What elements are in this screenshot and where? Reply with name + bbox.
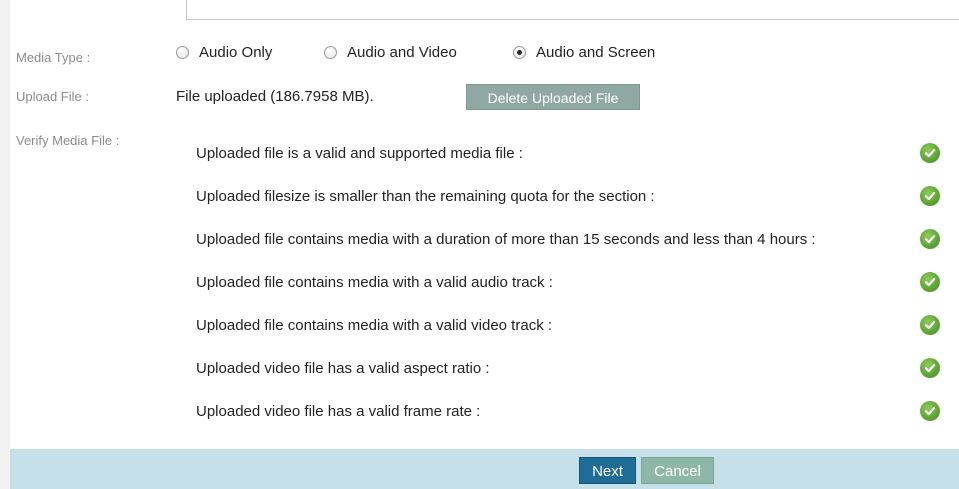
verify-check-text: Uploaded filesize is smaller than the re… bbox=[196, 188, 655, 205]
verify-check-text: Uploaded file contains media with a vali… bbox=[196, 274, 553, 291]
verify-check-text: Uploaded video file has a valid aspect r… bbox=[196, 360, 490, 377]
upload-status-text: File uploaded (186.7958 MB). bbox=[176, 88, 374, 105]
check-circle-icon bbox=[920, 272, 940, 292]
delete-uploaded-file-button[interactable]: Delete Uploaded File bbox=[466, 84, 640, 110]
footer-bar bbox=[10, 449, 959, 489]
check-circle-icon bbox=[920, 315, 940, 335]
verify-check-text: Uploaded file is a valid and supported m… bbox=[196, 145, 523, 162]
verify-check-text: Uploaded file contains media with a vali… bbox=[196, 317, 553, 334]
verify-check-text: Uploaded video file has a valid frame ra… bbox=[196, 403, 481, 420]
upload-file-label: Upload File : bbox=[16, 89, 89, 104]
verify-check-row: Uploaded video file has a valid aspect r… bbox=[196, 358, 949, 380]
radio-label-audio-only: Audio Only bbox=[199, 44, 273, 61]
radio-button-audio-and-screen[interactable] bbox=[513, 46, 526, 59]
radio-label-audio-and-video: Audio and Video bbox=[347, 44, 457, 61]
radio-label-audio-and-screen: Audio and Screen bbox=[536, 44, 656, 61]
verify-check-row: Uploaded filesize is smaller than the re… bbox=[196, 186, 949, 208]
radio-audio-and-video[interactable]: Audio and Video bbox=[324, 44, 457, 61]
verify-check-row: Uploaded file contains media with a dura… bbox=[196, 229, 949, 251]
radio-audio-only[interactable]: Audio Only bbox=[176, 44, 272, 61]
top-input-field[interactable] bbox=[186, 0, 959, 20]
next-button[interactable]: Next bbox=[579, 457, 636, 484]
verify-check-row: Uploaded video file has a valid frame ra… bbox=[196, 401, 949, 423]
verify-check-row: Uploaded file contains media with a vali… bbox=[196, 272, 949, 294]
check-circle-icon bbox=[920, 186, 940, 206]
cancel-button[interactable]: Cancel bbox=[641, 457, 714, 484]
media-type-label: Media Type : bbox=[16, 50, 91, 65]
radio-audio-and-screen[interactable]: Audio and Screen bbox=[513, 44, 655, 61]
check-circle-icon bbox=[920, 358, 940, 378]
check-circle-icon bbox=[920, 401, 940, 421]
radio-button-audio-only[interactable] bbox=[176, 46, 189, 59]
verify-media-file-label: Verify Media File : bbox=[16, 133, 120, 148]
verify-check-row: Uploaded file is a valid and supported m… bbox=[196, 143, 949, 165]
radio-button-audio-and-video[interactable] bbox=[324, 46, 337, 59]
check-circle-icon bbox=[920, 229, 940, 249]
check-circle-icon bbox=[920, 143, 940, 163]
verify-check-text: Uploaded file contains media with a dura… bbox=[196, 231, 816, 248]
verify-check-row: Uploaded file contains media with a vali… bbox=[196, 315, 949, 337]
